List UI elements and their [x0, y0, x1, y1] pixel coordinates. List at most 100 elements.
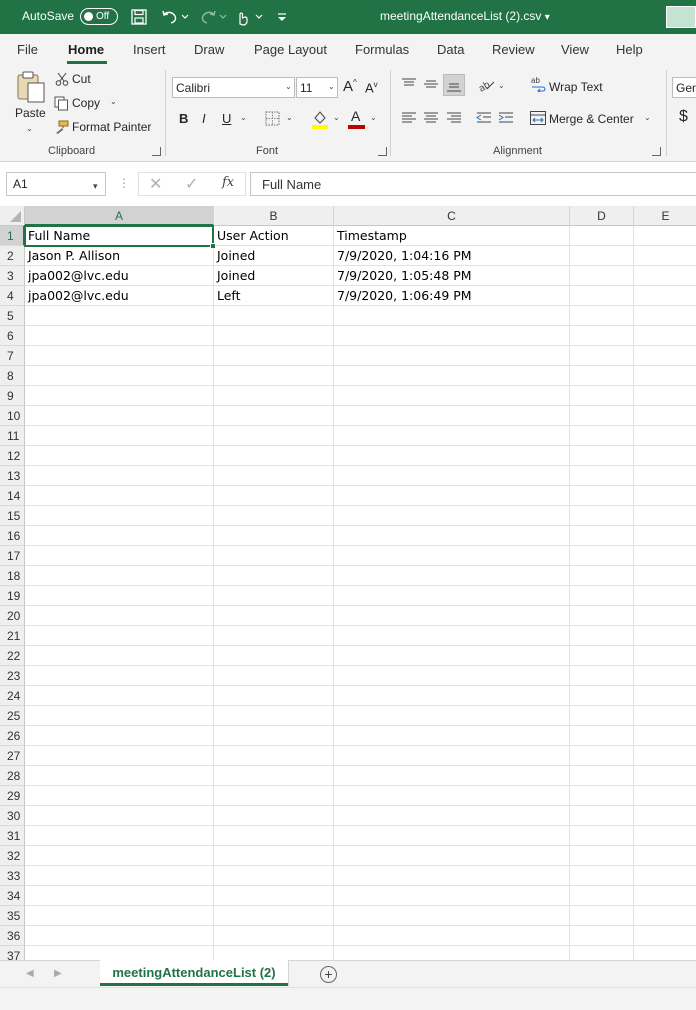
row-header[interactable]: 19 — [0, 586, 25, 606]
cut-label[interactable]: Cut — [72, 72, 91, 86]
formula-bar-grip-icon[interactable]: ⋮ — [118, 176, 130, 190]
font-color-icon[interactable]: A — [348, 108, 366, 129]
underline-button[interactable]: U — [222, 111, 231, 126]
undo-icon[interactable] — [160, 8, 190, 26]
paste-label[interactable]: Paste — [15, 106, 46, 120]
row-header[interactable]: 9 — [0, 386, 25, 406]
decrease-indent-icon[interactable] — [476, 111, 492, 125]
row-header[interactable]: 28 — [0, 766, 25, 786]
cut-icon[interactable] — [55, 72, 69, 86]
orientation-dropdown-icon[interactable]: ⌄ — [498, 81, 505, 90]
format-painter-icon[interactable] — [54, 120, 69, 135]
increase-indent-icon[interactable] — [498, 111, 514, 125]
cell[interactable]: Joined — [214, 266, 333, 286]
save-icon[interactable] — [130, 8, 152, 26]
merge-center-icon[interactable] — [530, 111, 546, 125]
merge-center-label[interactable]: Merge & Center — [549, 112, 634, 126]
bold-button[interactable]: B — [179, 111, 188, 126]
row-header[interactable]: 6 — [0, 326, 25, 346]
cell[interactable]: 7/9/2020, 1:04:16 PM — [334, 246, 569, 266]
add-sheet-button[interactable]: + — [320, 966, 337, 983]
row-header[interactable]: 1 — [0, 226, 25, 246]
row-header[interactable]: 4 — [0, 286, 25, 306]
cell[interactable]: jpa002@lvc.edu — [25, 266, 213, 286]
tab-draw[interactable]: Draw — [194, 42, 224, 57]
borders-dropdown-icon[interactable]: ⌄ — [286, 113, 293, 122]
enter-icon[interactable]: ✓ — [185, 174, 198, 194]
wrap-text-icon[interactable]: ab — [530, 76, 546, 93]
row-header[interactable]: 8 — [0, 366, 25, 386]
tab-data[interactable]: Data — [437, 42, 464, 57]
formula-input[interactable]: Full Name — [250, 172, 696, 196]
tab-view[interactable]: View — [561, 42, 589, 57]
insert-function-icon[interactable]: fx — [222, 175, 234, 190]
tab-help[interactable]: Help — [616, 42, 643, 57]
row-header[interactable]: 35 — [0, 906, 25, 926]
borders-icon[interactable] — [265, 111, 280, 126]
tab-page-layout[interactable]: Page Layout — [254, 42, 327, 57]
column-header-a[interactable]: A — [25, 206, 214, 226]
row-header[interactable]: 26 — [0, 726, 25, 746]
row-header[interactable]: 34 — [0, 886, 25, 906]
copy-dropdown-icon[interactable]: ⌄ — [110, 97, 117, 106]
autosave-toggle[interactable]: Off — [80, 8, 118, 25]
row-header[interactable]: 14 — [0, 486, 25, 506]
row-header[interactable]: 5 — [0, 306, 25, 326]
column-header-e[interactable]: E — [634, 206, 696, 226]
row-header[interactable]: 32 — [0, 846, 25, 866]
fill-color-dropdown-icon[interactable]: ⌄ — [333, 113, 340, 122]
tab-home[interactable]: Home — [68, 42, 104, 57]
font-name-dropdown-icon[interactable]: ⌄ — [285, 82, 292, 91]
name-box[interactable]: A1 ▾ — [6, 172, 106, 196]
row-header[interactable]: 15 — [0, 506, 25, 526]
tab-insert[interactable]: Insert — [133, 42, 166, 57]
align-left-icon[interactable] — [401, 111, 417, 125]
sheet-tab-active[interactable]: meetingAttendanceList (2) — [100, 960, 288, 986]
top-align-icon[interactable] — [401, 77, 417, 91]
row-header[interactable]: 33 — [0, 866, 25, 886]
row-header[interactable]: 10 — [0, 406, 25, 426]
row-header[interactable]: 13 — [0, 466, 25, 486]
font-launcher-icon[interactable] — [378, 147, 387, 156]
row-header[interactable]: 24 — [0, 686, 25, 706]
row-header[interactable]: 7 — [0, 346, 25, 366]
fill-handle[interactable] — [210, 243, 216, 249]
row-header[interactable]: 2 — [0, 246, 25, 266]
name-box-dropdown-icon[interactable]: ▾ — [93, 181, 98, 192]
column-header-b[interactable]: B — [214, 206, 334, 226]
customize-qat-icon[interactable] — [274, 8, 290, 26]
italic-button[interactable]: I — [202, 111, 206, 126]
tab-formulas[interactable]: Formulas — [355, 42, 409, 57]
row-header[interactable]: 22 — [0, 646, 25, 666]
tab-file[interactable]: File — [17, 42, 38, 57]
row-header[interactable]: 25 — [0, 706, 25, 726]
select-all-button[interactable] — [0, 206, 25, 226]
alignment-launcher-icon[interactable] — [652, 147, 661, 156]
copy-icon[interactable] — [54, 96, 69, 111]
row-header[interactable]: 16 — [0, 526, 25, 546]
number-format-box[interactable]: Gen — [672, 77, 696, 98]
document-title[interactable]: meetingAttendanceList (2).csv ▾ — [380, 9, 550, 23]
increase-font-size-button[interactable]: A^ — [343, 78, 357, 95]
copy-label[interactable]: Copy — [72, 96, 100, 110]
font-size-box[interactable]: 11 ⌄ — [296, 77, 338, 98]
wrap-text-label[interactable]: Wrap Text — [549, 80, 603, 94]
row-header[interactable]: 20 — [0, 606, 25, 626]
align-center-icon[interactable] — [423, 111, 439, 125]
tab-review[interactable]: Review — [492, 42, 535, 57]
cell[interactable]: User Action — [214, 226, 333, 246]
worksheet-grid[interactable]: A B C D E 1 Full Name User Action Timestamp… — [0, 206, 696, 960]
decrease-font-size-button[interactable]: Av — [365, 80, 378, 95]
merge-center-dropdown-icon[interactable]: ⌄ — [644, 113, 651, 122]
sheet-scroll-right-icon[interactable]: ▶ — [54, 968, 62, 979]
row-header[interactable]: 17 — [0, 546, 25, 566]
cell[interactable]: Jason P. Allison — [25, 246, 213, 266]
account-button[interactable] — [666, 6, 696, 28]
row-header[interactable]: 23 — [0, 666, 25, 686]
column-header-c[interactable]: C — [334, 206, 570, 226]
cancel-icon[interactable]: ✕ — [149, 174, 162, 194]
fill-color-icon[interactable] — [311, 109, 329, 129]
cell[interactable]: Timestamp — [334, 226, 569, 246]
cell[interactable]: jpa002@lvc.edu — [25, 286, 213, 306]
cell[interactable]: Left — [214, 286, 333, 306]
